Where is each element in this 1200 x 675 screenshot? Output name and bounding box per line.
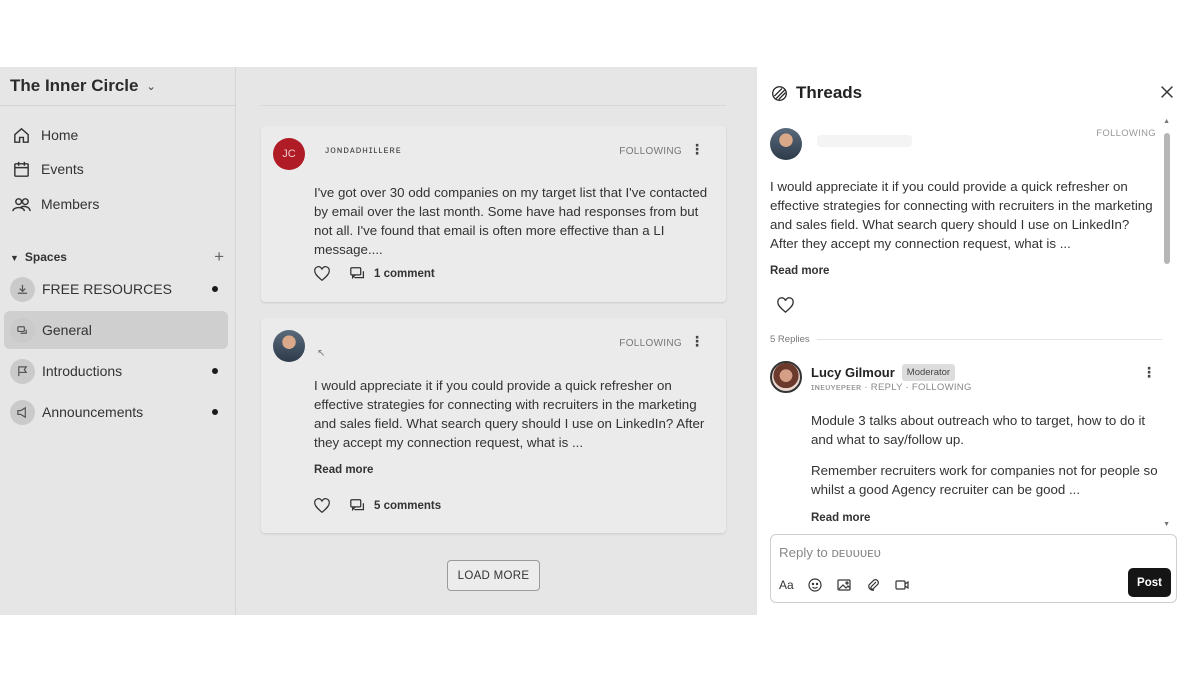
calendar-icon — [14, 161, 29, 177]
avatar[interactable] — [273, 330, 305, 362]
author-name-redacted[interactable] — [817, 135, 912, 147]
attachment-icon[interactable] — [865, 577, 881, 593]
nav-members[interactable]: Members — [12, 192, 99, 216]
thread-body: I would appreciate it if you could provi… — [770, 179, 1153, 251]
community-name: The Inner Circle — [10, 76, 139, 95]
space-label: Introductions — [42, 363, 123, 379]
threads-header: Threads — [771, 83, 862, 103]
threads-title: Threads — [796, 83, 863, 102]
nav-home[interactable]: Home — [12, 123, 78, 147]
community-switcher[interactable]: The Inner Circle ⌄ — [10, 76, 156, 96]
unread-dot — [212, 368, 218, 374]
feed-divider — [261, 105, 726, 106]
flag-icon — [10, 358, 35, 384]
heart-icon[interactable] — [313, 497, 331, 515]
avatar[interactable] — [770, 128, 802, 160]
following-label[interactable]: FOLLOWING — [1096, 128, 1156, 139]
post-author-glyph: ↖ — [317, 348, 326, 359]
replies-count: 5 Replies — [770, 334, 810, 345]
read-more-link[interactable]: Read more — [770, 265, 829, 277]
feed: JC ᴊᴏɴᴅᴀᴅʜɪʟʟᴇʀᴇ FOLLOWING ⋮ I've got ov… — [236, 67, 757, 615]
space-general[interactable]: General — [4, 311, 228, 349]
following-label[interactable]: FOLLOWING — [619, 146, 682, 157]
video-icon[interactable] — [894, 577, 910, 593]
post-button[interactable]: Post — [1128, 568, 1171, 597]
space-free-resources[interactable]: FREE RESOURCES — [4, 270, 228, 308]
comments-link[interactable]: 5 comments — [349, 497, 441, 515]
reply-input[interactable]: Reply to ᴅᴇᴜᴜᴜᴇᴜ — [779, 545, 881, 560]
read-more-link[interactable]: Read more — [314, 464, 373, 476]
sidebar: The Inner Circle ⌄ Home Events Members ▼… — [0, 67, 236, 615]
community-app: The Inner Circle ⌄ Home Events Members ▼… — [0, 67, 757, 615]
composer-toolbar: Aa — [779, 577, 910, 593]
more-options-icon[interactable]: ⋮ — [690, 333, 704, 350]
reply-author-name[interactable]: Lucy Gilmour — [811, 365, 895, 380]
threads-icon — [772, 85, 787, 101]
sidebar-divider — [0, 105, 236, 106]
image-icon[interactable] — [836, 577, 852, 593]
reply-paragraph: Remember recruiters work for companies n… — [811, 463, 1158, 497]
nav-home-label: Home — [41, 127, 79, 143]
unread-dot — [212, 409, 218, 415]
comments-count: 1 comment — [374, 268, 435, 280]
scroll-down-arrow[interactable]: ▼ — [1163, 521, 1170, 528]
space-label: Announcements — [42, 404, 144, 420]
add-space-icon[interactable]: + — [214, 247, 224, 267]
scroll-up-arrow[interactable]: ▲ — [1163, 118, 1170, 125]
threads-panel: Threads FOLLOWING I would appreciate it … — [757, 67, 1200, 615]
avatar[interactable] — [770, 361, 802, 393]
caret-down-icon: ▼ — [10, 253, 19, 263]
avatar[interactable]: JC — [273, 138, 305, 170]
comments-icon — [350, 267, 365, 280]
spaces-heading: Spaces — [24, 250, 67, 264]
megaphone-icon — [10, 399, 35, 425]
members-icon — [12, 197, 31, 211]
post-card[interactable]: JC ᴊᴏɴᴅᴀᴅʜɪʟʟᴇʀᴇ FOLLOWING ⋮ I've got ov… — [261, 126, 726, 302]
reply-author: Lucy Gilmour Moderator — [811, 364, 956, 381]
read-more-link[interactable]: Read more — [811, 512, 870, 524]
following-label[interactable]: FOLLOWING — [619, 338, 682, 349]
space-announcements[interactable]: Announcements — [4, 393, 228, 431]
nav-events-label: Events — [41, 161, 84, 177]
comments-icon — [350, 499, 365, 512]
home-icon — [14, 127, 29, 143]
comments-count: 5 comments — [374, 500, 442, 512]
space-label: FREE RESOURCES — [42, 281, 172, 297]
space-label: General — [42, 322, 92, 338]
nav-events[interactable]: Events — [12, 157, 84, 181]
more-options-icon[interactable]: ⋮ — [690, 141, 704, 158]
chat-icon — [10, 317, 35, 343]
scrollbar-thumb[interactable] — [1164, 133, 1170, 264]
reply-paragraph: Module 3 talks about outreach who to tar… — [811, 413, 1146, 447]
post-body: I've got over 30 odd companies on my tar… — [314, 185, 708, 257]
spaces-toggle[interactable]: ▼ Spaces — [10, 250, 67, 264]
heart-icon[interactable] — [313, 265, 331, 283]
reply-composer[interactable]: Reply to ᴅᴇᴜᴜᴜᴇᴜ Aa Post — [770, 534, 1177, 603]
more-options-icon[interactable]: ⋮ — [1142, 364, 1156, 381]
space-introductions[interactable]: Introductions — [4, 352, 228, 390]
emoji-icon[interactable] — [807, 577, 823, 593]
text-format-icon[interactable]: Aa — [779, 578, 794, 592]
post-actions: 1 comment — [313, 265, 435, 283]
replies-divider — [817, 339, 1162, 340]
nav-members-label: Members — [41, 196, 100, 212]
spaces-header: ▼ Spaces + — [10, 247, 224, 267]
close-icon[interactable] — [1158, 83, 1176, 101]
comments-link[interactable]: 1 comment — [349, 265, 435, 283]
download-icon — [10, 276, 35, 302]
post-author[interactable]: ᴊᴏɴᴅᴀᴅʜɪʟʟᴇʀᴇ — [325, 145, 402, 156]
load-more-button[interactable]: LOAD MORE — [447, 560, 540, 591]
reply-meta[interactable]: ɪɴᴇᴜʏᴇᴘᴇᴇʀ · REPLY · FOLLOWING — [811, 382, 972, 393]
moderator-badge: Moderator — [901, 364, 956, 381]
heart-icon[interactable] — [776, 296, 795, 315]
post-body: I would appreciate it if you could provi… — [314, 378, 705, 450]
post-card[interactable]: ↖ FOLLOWING ⋮ I would appreciate it if y… — [261, 318, 726, 533]
post-actions: 5 comments — [313, 497, 441, 515]
unread-dot — [212, 286, 218, 292]
chevron-down-icon: ⌄ — [146, 80, 156, 93]
